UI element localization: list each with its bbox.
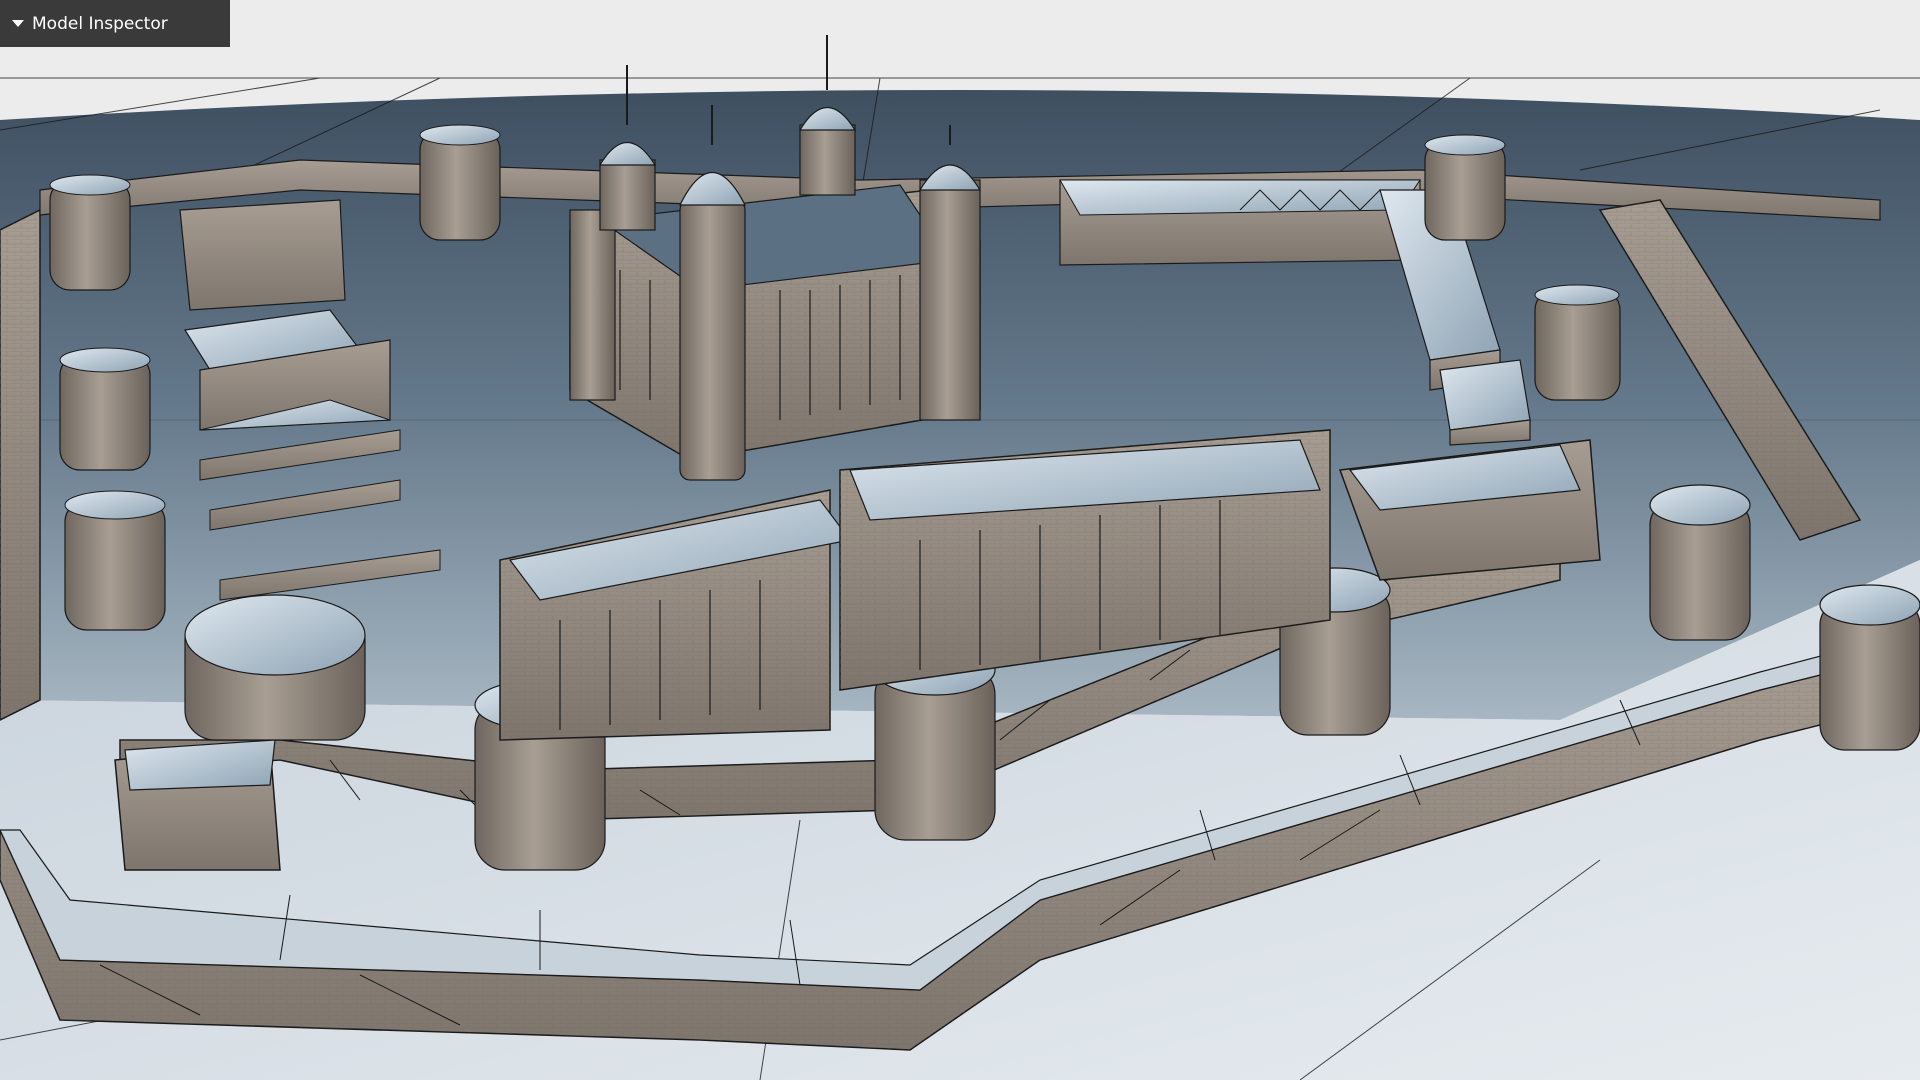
tower-east-corner[interactable] (1819, 584, 1920, 751)
3d-viewport[interactable] (0, 0, 1920, 1080)
tower-beauchamp[interactable] (419, 124, 501, 241)
tower-flint[interactable] (59, 347, 151, 471)
tower-martin[interactable] (1534, 284, 1621, 401)
north-range-building[interactable] (1059, 179, 1421, 266)
tower-bell[interactable] (184, 594, 366, 741)
tower-devereux[interactable] (49, 174, 131, 291)
tower-bowyer[interactable] (64, 490, 166, 631)
caret-down-icon[interactable] (12, 20, 24, 27)
model-inspector-title[interactable]: Model Inspector (32, 14, 168, 34)
model-inspector-panel[interactable]: Model Inspector (0, 0, 230, 47)
middle-tower-gate[interactable] (114, 739, 281, 871)
tower-salt[interactable] (1649, 484, 1751, 641)
tower-north-east[interactable] (1424, 134, 1506, 241)
castle-model-render[interactable] (0, 0, 1920, 1080)
west-wall[interactable] (0, 208, 41, 721)
